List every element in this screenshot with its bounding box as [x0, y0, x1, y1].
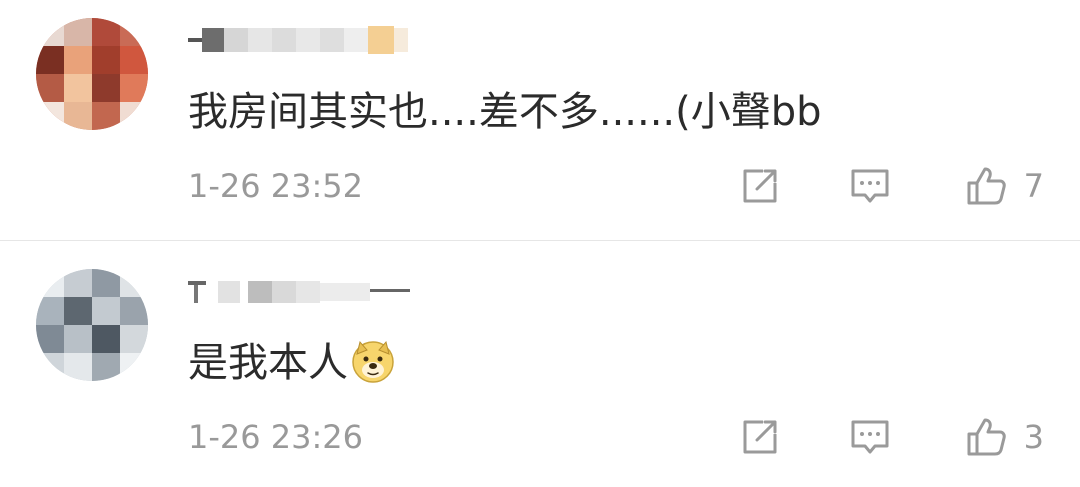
reply-button[interactable]: [846, 162, 894, 210]
like-count: 7: [1023, 167, 1044, 205]
reply-button[interactable]: [846, 413, 894, 461]
comment-timestamp: 1-26 23:52: [188, 167, 364, 205]
avatar[interactable]: [36, 18, 148, 130]
avatar-image-pixelated: [36, 18, 148, 130]
comment-text: 我房间其实也....差不多......(小聲bb: [188, 89, 822, 135]
thumbs-up-icon: [967, 167, 1006, 205]
repost-button[interactable]: [736, 413, 784, 461]
comment-item: 我房间其实也....差不多......(小聲bb 1-26 23:52 7: [0, 0, 1080, 240]
repost-icon: [743, 420, 777, 454]
like-count: 3: [1023, 418, 1044, 456]
avatar-image-pixelated: [36, 269, 148, 381]
comment-icon: [851, 420, 889, 454]
username-blurred[interactable]: [188, 271, 428, 311]
comment-actions: 7: [736, 162, 1044, 210]
comment-text-content: 是我本人: [188, 340, 348, 386]
comment-timestamp: 1-26 23:26: [188, 418, 364, 456]
like-button[interactable]: [962, 162, 1010, 210]
thumbs-up-icon: [967, 418, 1006, 456]
repost-button[interactable]: [736, 162, 784, 210]
blurred-name-mask: [188, 26, 408, 54]
comment-item: 是我本人 1-26 23:26 3: [0, 240, 1080, 480]
repost-icon: [743, 169, 777, 203]
blurred-name-mask: [188, 281, 410, 303]
comment-actions: 3: [736, 413, 1044, 461]
doge-emoji-icon: [352, 340, 394, 383]
comment-icon: [851, 169, 889, 203]
username-blurred[interactable]: [188, 20, 428, 60]
like-button[interactable]: [962, 413, 1010, 461]
avatar[interactable]: [36, 269, 148, 381]
comment-text: 是我本人: [188, 335, 396, 391]
